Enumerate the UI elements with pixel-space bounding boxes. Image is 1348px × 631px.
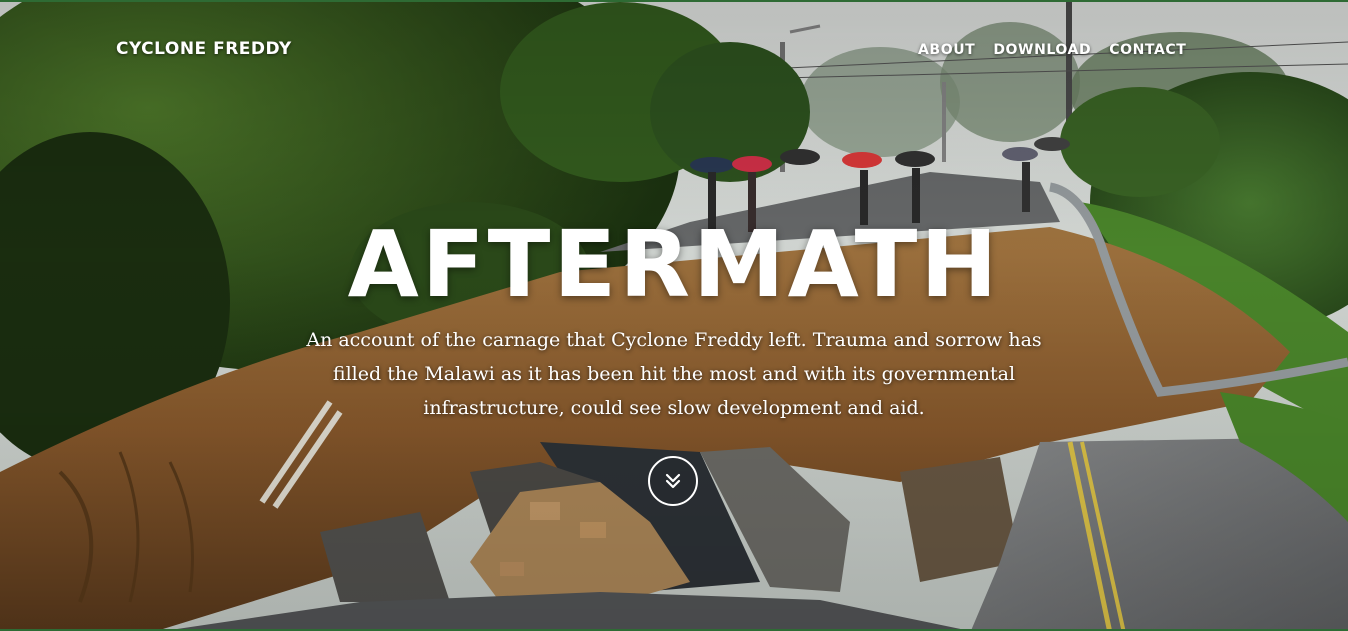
nav-item-download[interactable]: DOWNLOAD	[993, 42, 1091, 58]
main-nav: ABOUT DOWNLOAD CONTACT	[918, 42, 1204, 58]
double-chevron-down-icon	[665, 473, 681, 489]
nav-item-about[interactable]: ABOUT	[918, 42, 975, 58]
nav-item-contact[interactable]: CONTACT	[1109, 42, 1186, 58]
hero-description: An account of the carnage that Cyclone F…	[306, 329, 1042, 419]
scroll-down-button[interactable]	[648, 456, 698, 506]
hero-title: AFTERMATH	[347, 210, 1001, 318]
hero-section: CYCLONE FREDDY ABOUT DOWNLOAD CONTACT AF…	[0, 0, 1348, 631]
brand-logo-link[interactable]: CYCLONE FREDDY	[116, 39, 292, 59]
